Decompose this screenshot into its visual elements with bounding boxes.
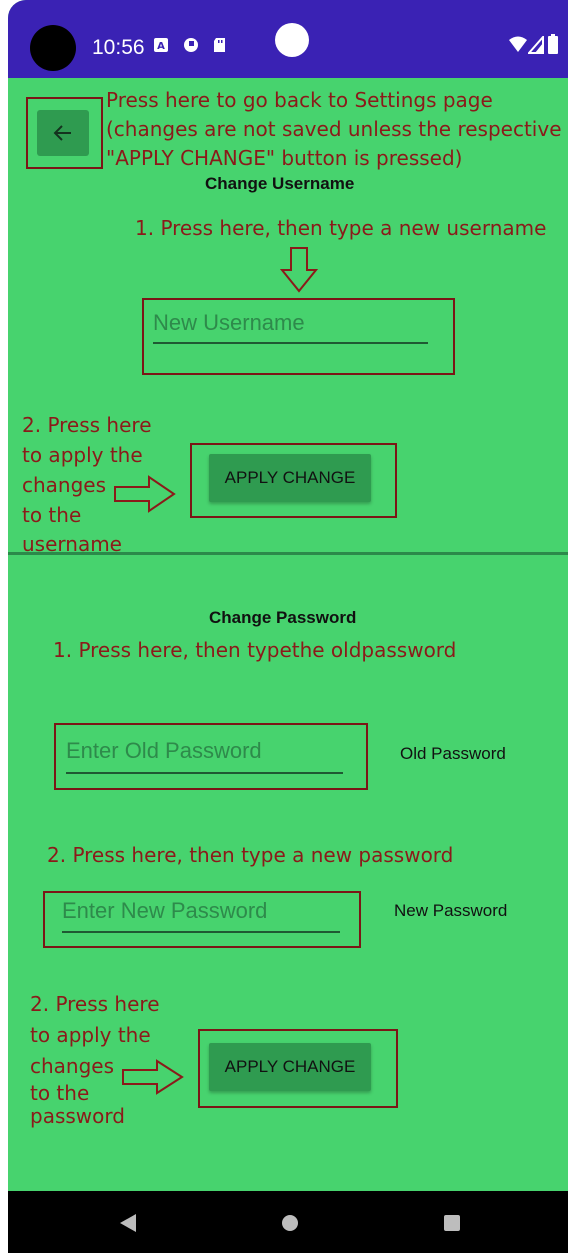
signal-icon bbox=[528, 36, 544, 54]
home-nav-icon[interactable] bbox=[281, 1214, 299, 1232]
username-apply-button[interactable]: APPLY CHANGE bbox=[209, 454, 371, 502]
password-step3-line1: 2. Press here bbox=[30, 992, 160, 1016]
app-screen: 10:56 A Press here to go back to Setting… bbox=[8, 0, 568, 1253]
svg-text:A: A bbox=[157, 41, 165, 52]
back-annotation-line3: "APPLY CHANGE" button is pressed) bbox=[106, 146, 463, 170]
circle-notification-icon bbox=[184, 38, 198, 52]
a-notification-icon: A bbox=[154, 38, 168, 52]
wifi-icon bbox=[509, 36, 527, 52]
status-time: 10:56 bbox=[92, 36, 145, 59]
username-section-title: Change Username bbox=[205, 174, 355, 193]
back-annotation-line2: (changes are not saved unless the respec… bbox=[106, 117, 562, 141]
password-step3-line2: to apply the bbox=[30, 1023, 151, 1047]
username-step2-line1: 2. Press here bbox=[22, 413, 152, 437]
username-step2-line3: changes bbox=[22, 473, 107, 497]
navigation-bar bbox=[8, 1191, 568, 1253]
status-dot bbox=[275, 23, 309, 57]
sd-card-icon bbox=[214, 38, 225, 52]
back-nav-icon[interactable] bbox=[119, 1213, 137, 1233]
password-step1-annotation: 1. Press here, then typethe oldpassword bbox=[53, 638, 457, 662]
username-step1-annotation: 1. Press here, then type a new username bbox=[135, 216, 547, 240]
arrow-down-annotation-icon bbox=[279, 247, 319, 293]
new-password-input[interactable]: Enter New Password bbox=[62, 896, 340, 936]
arrow-left-icon bbox=[53, 125, 71, 141]
password-step3-line5: password bbox=[30, 1104, 125, 1128]
arrow-right-annotation-icon bbox=[122, 1059, 184, 1095]
username-step2-line2: to apply the bbox=[22, 443, 143, 467]
old-password-input[interactable]: Enter Old Password bbox=[66, 734, 343, 776]
arrow-right-annotation-icon bbox=[114, 475, 176, 513]
back-button[interactable] bbox=[37, 110, 89, 156]
camera-cutout bbox=[30, 25, 76, 71]
battery-icon bbox=[548, 34, 558, 54]
old-password-label: Old Password bbox=[400, 744, 506, 763]
username-step2-line4: to the bbox=[22, 503, 82, 527]
new-password-label: New Password bbox=[394, 901, 508, 920]
password-step2-annotation: 2. Press here, then type a new password bbox=[47, 843, 454, 867]
password-step3-line3: changes bbox=[30, 1054, 115, 1078]
new-username-input[interactable]: New Username bbox=[153, 306, 428, 348]
password-apply-button[interactable]: APPLY CHANGE bbox=[209, 1043, 371, 1091]
password-step3-line4: to the bbox=[30, 1081, 90, 1105]
password-section-title: Change Password bbox=[209, 608, 357, 627]
status-bar: 10:56 A bbox=[8, 0, 568, 78]
back-annotation-line1: Press here to go back to Settings page bbox=[106, 88, 493, 112]
section-divider bbox=[8, 552, 568, 555]
recents-nav-icon[interactable] bbox=[443, 1214, 461, 1232]
